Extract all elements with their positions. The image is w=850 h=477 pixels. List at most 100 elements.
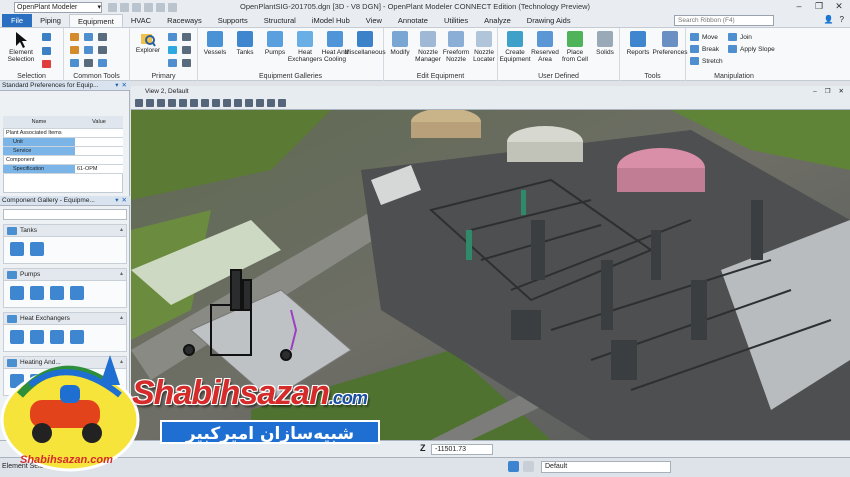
tab-raceways[interactable]: Raceways bbox=[159, 14, 210, 27]
snap-mode-icon[interactable] bbox=[508, 461, 519, 472]
pumps-item-icon[interactable] bbox=[10, 286, 24, 300]
heat-and-cooling-button[interactable]: Heat And Cooling bbox=[320, 31, 350, 63]
close-icon[interactable]: ✕ bbox=[122, 196, 127, 205]
mirror-icon[interactable] bbox=[84, 46, 93, 54]
clip-volume-icon[interactable] bbox=[256, 99, 264, 107]
place-from-cell-button[interactable]: Place from Cell bbox=[560, 31, 590, 63]
tab-imodel-hub[interactable]: iModel Hub bbox=[304, 14, 358, 27]
move-button[interactable]: Move bbox=[690, 33, 718, 41]
tab-utilities[interactable]: Utilities bbox=[436, 14, 476, 27]
pref-row[interactable]: Plant Associated Items bbox=[3, 129, 123, 138]
gallery-category-pumps[interactable]: Pumps ▴ bbox=[3, 268, 127, 281]
tab-view[interactable]: View bbox=[358, 14, 390, 27]
workflow-select[interactable]: OpenPlant Modeler ▾ bbox=[14, 1, 102, 13]
tab-hvac[interactable]: HVAC bbox=[123, 14, 159, 27]
pref-value[interactable] bbox=[75, 129, 123, 137]
tab-supports[interactable]: Supports bbox=[210, 14, 256, 27]
pref-row[interactable]: Unit bbox=[3, 138, 123, 147]
chevron-up-icon[interactable]: ▴ bbox=[120, 225, 123, 236]
pref-row[interactable]: Service bbox=[3, 147, 123, 156]
previous-view-icon[interactable] bbox=[234, 99, 242, 107]
view-restore-button[interactable]: ❐ bbox=[825, 86, 831, 97]
heat-exchangers-item-icon[interactable] bbox=[30, 330, 44, 344]
miscellaneous-button[interactable]: Miscellaneous bbox=[344, 31, 386, 56]
clip-mask-icon[interactable] bbox=[267, 99, 275, 107]
pref-value[interactable]: 61-OPM bbox=[75, 165, 123, 173]
pumps-item-icon[interactable] bbox=[70, 286, 84, 300]
window-area-icon[interactable] bbox=[179, 99, 187, 107]
pref-row[interactable]: Specification 61-OPM bbox=[3, 165, 123, 174]
view-close-button[interactable]: ✕ bbox=[839, 86, 844, 97]
nozzle-locater-button[interactable]: Nozzle Locater bbox=[470, 31, 498, 63]
measure-icon[interactable] bbox=[84, 59, 93, 67]
style-icon[interactable] bbox=[168, 59, 177, 67]
properties-icon[interactable] bbox=[98, 59, 107, 67]
tab-structural[interactable]: Structural bbox=[256, 14, 304, 27]
tab-analyze[interactable]: Analyze bbox=[476, 14, 519, 27]
tab-file[interactable]: File bbox=[2, 14, 33, 27]
pan-view-icon[interactable] bbox=[212, 99, 220, 107]
pref-row[interactable]: Component bbox=[3, 156, 123, 165]
zoom-out-icon[interactable] bbox=[168, 99, 176, 107]
redo-icon[interactable] bbox=[156, 2, 165, 12]
close-button[interactable]: ✕ bbox=[832, 1, 846, 12]
array-icon[interactable] bbox=[98, 46, 107, 54]
restore-button[interactable]: ❐ bbox=[812, 1, 826, 12]
reports-button[interactable]: Reports bbox=[622, 31, 654, 56]
save-icon[interactable] bbox=[132, 2, 141, 12]
pumps-button[interactable]: Pumps bbox=[260, 31, 290, 56]
copy-icon[interactable] bbox=[70, 33, 79, 41]
gallery-category-heat-exchangers[interactable]: Heat Exchangers ▴ bbox=[3, 312, 127, 325]
break-button[interactable]: Break bbox=[690, 45, 719, 53]
tab-piping[interactable]: Piping bbox=[32, 14, 69, 27]
tab-annotate[interactable]: Annotate bbox=[390, 14, 436, 27]
freeform-nozzle-button[interactable]: Freeform Nozzle bbox=[442, 31, 470, 63]
color-icon[interactable] bbox=[168, 46, 177, 54]
view-minimize-button[interactable]: – bbox=[813, 86, 817, 97]
search-ribbon-input[interactable]: Search Ribbon (F4) bbox=[674, 15, 774, 26]
zoom-in-icon[interactable] bbox=[157, 99, 165, 107]
pin-icon[interactable]: ▾ bbox=[115, 81, 118, 90]
minimize-button[interactable]: – bbox=[792, 1, 806, 12]
new-file-icon[interactable] bbox=[108, 2, 117, 12]
scale-icon[interactable] bbox=[70, 46, 79, 54]
tab-equipment[interactable]: Equipment bbox=[68, 14, 123, 27]
create-equipment-button[interactable]: Create Equipment bbox=[499, 31, 531, 63]
attributes-icon[interactable] bbox=[168, 33, 177, 41]
display-style-icon[interactable] bbox=[146, 99, 154, 107]
user-icon[interactable]: 👤 bbox=[824, 15, 834, 24]
tab-drawing-aids[interactable]: Drawing Aids bbox=[519, 14, 579, 27]
heat-exchangers-item-icon[interactable] bbox=[50, 330, 64, 344]
level-icon[interactable] bbox=[182, 33, 191, 41]
help-icon[interactable]: ? bbox=[840, 15, 844, 24]
next-view-icon[interactable] bbox=[245, 99, 253, 107]
chevron-up-icon[interactable]: ▴ bbox=[120, 269, 123, 280]
pumps-item-icon[interactable] bbox=[30, 286, 44, 300]
rotate-view-icon[interactable] bbox=[201, 99, 209, 107]
apply-slope-button[interactable]: Apply Slope bbox=[728, 45, 775, 53]
open-file-icon[interactable] bbox=[120, 2, 129, 12]
tanks-button[interactable]: Tanks bbox=[230, 31, 260, 56]
nozzle-manager-button[interactable]: Nozzle Manager bbox=[414, 31, 442, 63]
lock-icon[interactable] bbox=[523, 461, 534, 472]
chevron-up-icon[interactable]: ▴ bbox=[120, 313, 123, 324]
select-all-icon[interactable] bbox=[42, 33, 51, 41]
pref-value[interactable] bbox=[75, 156, 123, 164]
heat-exchangers-button[interactable]: Heat Exchangers bbox=[288, 31, 322, 63]
weight-icon[interactable] bbox=[182, 46, 191, 54]
rotate-icon[interactable] bbox=[98, 33, 107, 41]
gallery-search-input[interactable] bbox=[3, 209, 127, 220]
align-icon[interactable] bbox=[70, 59, 79, 67]
heat-exchangers-item-icon[interactable] bbox=[10, 330, 24, 344]
join-button[interactable]: Join bbox=[728, 33, 752, 41]
preferences-button[interactable]: Preferences bbox=[652, 31, 688, 56]
reserved-area-button[interactable]: Reserved Area bbox=[530, 31, 560, 63]
tanks-item-icon[interactable] bbox=[10, 242, 24, 256]
undo-icon[interactable] bbox=[144, 2, 153, 12]
stretch-button[interactable]: Stretch bbox=[690, 57, 723, 65]
walk-icon[interactable] bbox=[223, 99, 231, 107]
fence-icon[interactable] bbox=[42, 47, 51, 55]
modify-button[interactable]: Modify bbox=[386, 31, 414, 56]
explorer-button[interactable]: Explorer bbox=[134, 31, 162, 54]
delete-icon[interactable] bbox=[42, 60, 51, 68]
